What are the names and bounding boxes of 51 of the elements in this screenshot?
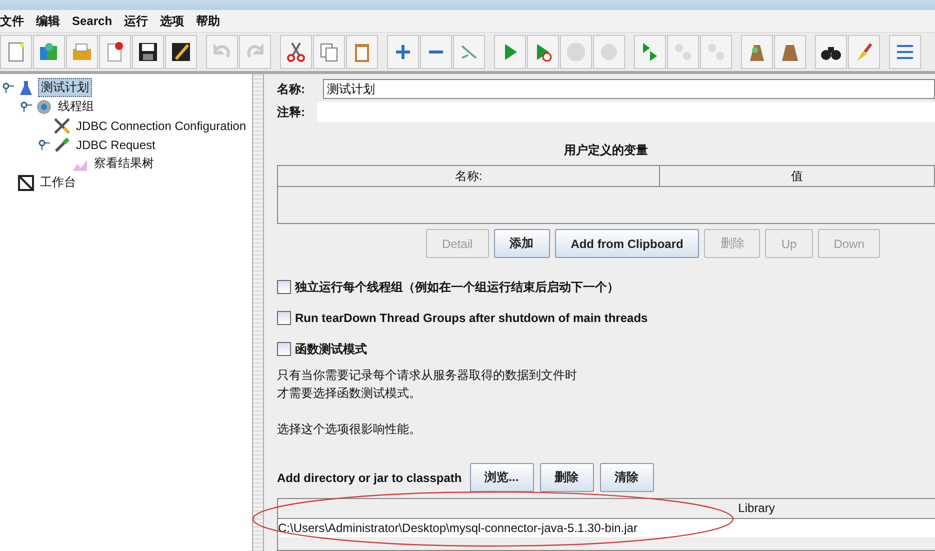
new-button[interactable] — [0, 35, 32, 69]
expand-handle-icon[interactable] — [38, 138, 50, 150]
section-title: 用户定义的变量 — [563, 142, 649, 159]
checkbox-label: Run tearDown Thread Groups after shutdown of main threads — [295, 311, 648, 326]
checkbox-label: 独立运行每个线程组（例如在一个组运行结束后启动下一个） — [295, 278, 619, 296]
comment-label: 注释: — [277, 104, 306, 120]
save-icon — [137, 41, 159, 63]
save-button[interactable] — [132, 35, 164, 69]
tree-item[interactable]: 工作台 — [38, 174, 78, 191]
checkbox[interactable] — [277, 280, 291, 294]
collapse-button[interactable] — [420, 35, 452, 69]
cut-icon — [285, 41, 307, 63]
checkbox[interactable] — [277, 342, 291, 356]
help-text: 选择这个选项很影响性能。 — [277, 421, 422, 438]
copy-icon — [318, 41, 340, 63]
expand-handle-icon[interactable] — [2, 82, 14, 94]
copy-button[interactable] — [313, 35, 345, 69]
menu-item[interactable]: 编辑 — [36, 12, 66, 30]
classpath-button[interactable]: 浏览... — [470, 463, 534, 492]
classpath-button[interactable]: 删除 — [540, 463, 594, 492]
list-button[interactable] — [889, 35, 921, 69]
menu-item[interactable]: Search — [72, 14, 118, 28]
column-header[interactable]: 值 — [660, 166, 935, 186]
expand-button[interactable] — [387, 35, 419, 69]
tree-item[interactable]: JDBC Connection Configuration — [74, 118, 248, 132]
table-cell[interactable]: C:\Users\Administrator\Desktop\mysql-connector-java-5.1.30-bin.jar — [278, 519, 935, 538]
expand-handle-icon[interactable] — [20, 100, 32, 112]
menu-item[interactable]: 文件 — [0, 12, 30, 30]
checkbox-label: 函数测试模式 — [295, 340, 367, 358]
tree-item[interactable]: 察看结果树 — [92, 155, 156, 172]
name-field[interactable]: 测试计划 — [323, 79, 935, 99]
tree-item[interactable]: 线程组 — [56, 98, 96, 115]
column-header[interactable]: 名称: — [278, 166, 660, 186]
tree-item[interactable]: 测试计划 — [38, 78, 92, 97]
checkbox[interactable] — [277, 311, 291, 326]
tree-item[interactable]: JDBC Request — [74, 138, 158, 152]
help-text: 只有当你需要记录每个请求从服务器取得的数据到文件时 — [277, 367, 578, 384]
table-action-button[interactable]: 添加 — [494, 229, 550, 258]
menu-item[interactable]: 运行 — [124, 12, 154, 30]
menu-item[interactable]: 选项 — [160, 12, 190, 30]
menu-item[interactable]: 帮助 — [196, 12, 226, 30]
search-button[interactable] — [815, 35, 847, 69]
name-label: 名称: — [277, 80, 306, 98]
cut-button[interactable] — [280, 35, 312, 69]
table-action-button[interactable]: Add from Clipboard — [554, 229, 700, 258]
help-text: 才需要选择函数测试模式。 — [277, 385, 422, 402]
stop-icon — [565, 41, 587, 63]
classpath-label: Add directory or jar to classpath — [277, 470, 462, 485]
paste-button[interactable] — [346, 35, 378, 69]
classpath-button[interactable]: 清除 — [600, 463, 654, 492]
start-button[interactable] — [494, 35, 526, 69]
